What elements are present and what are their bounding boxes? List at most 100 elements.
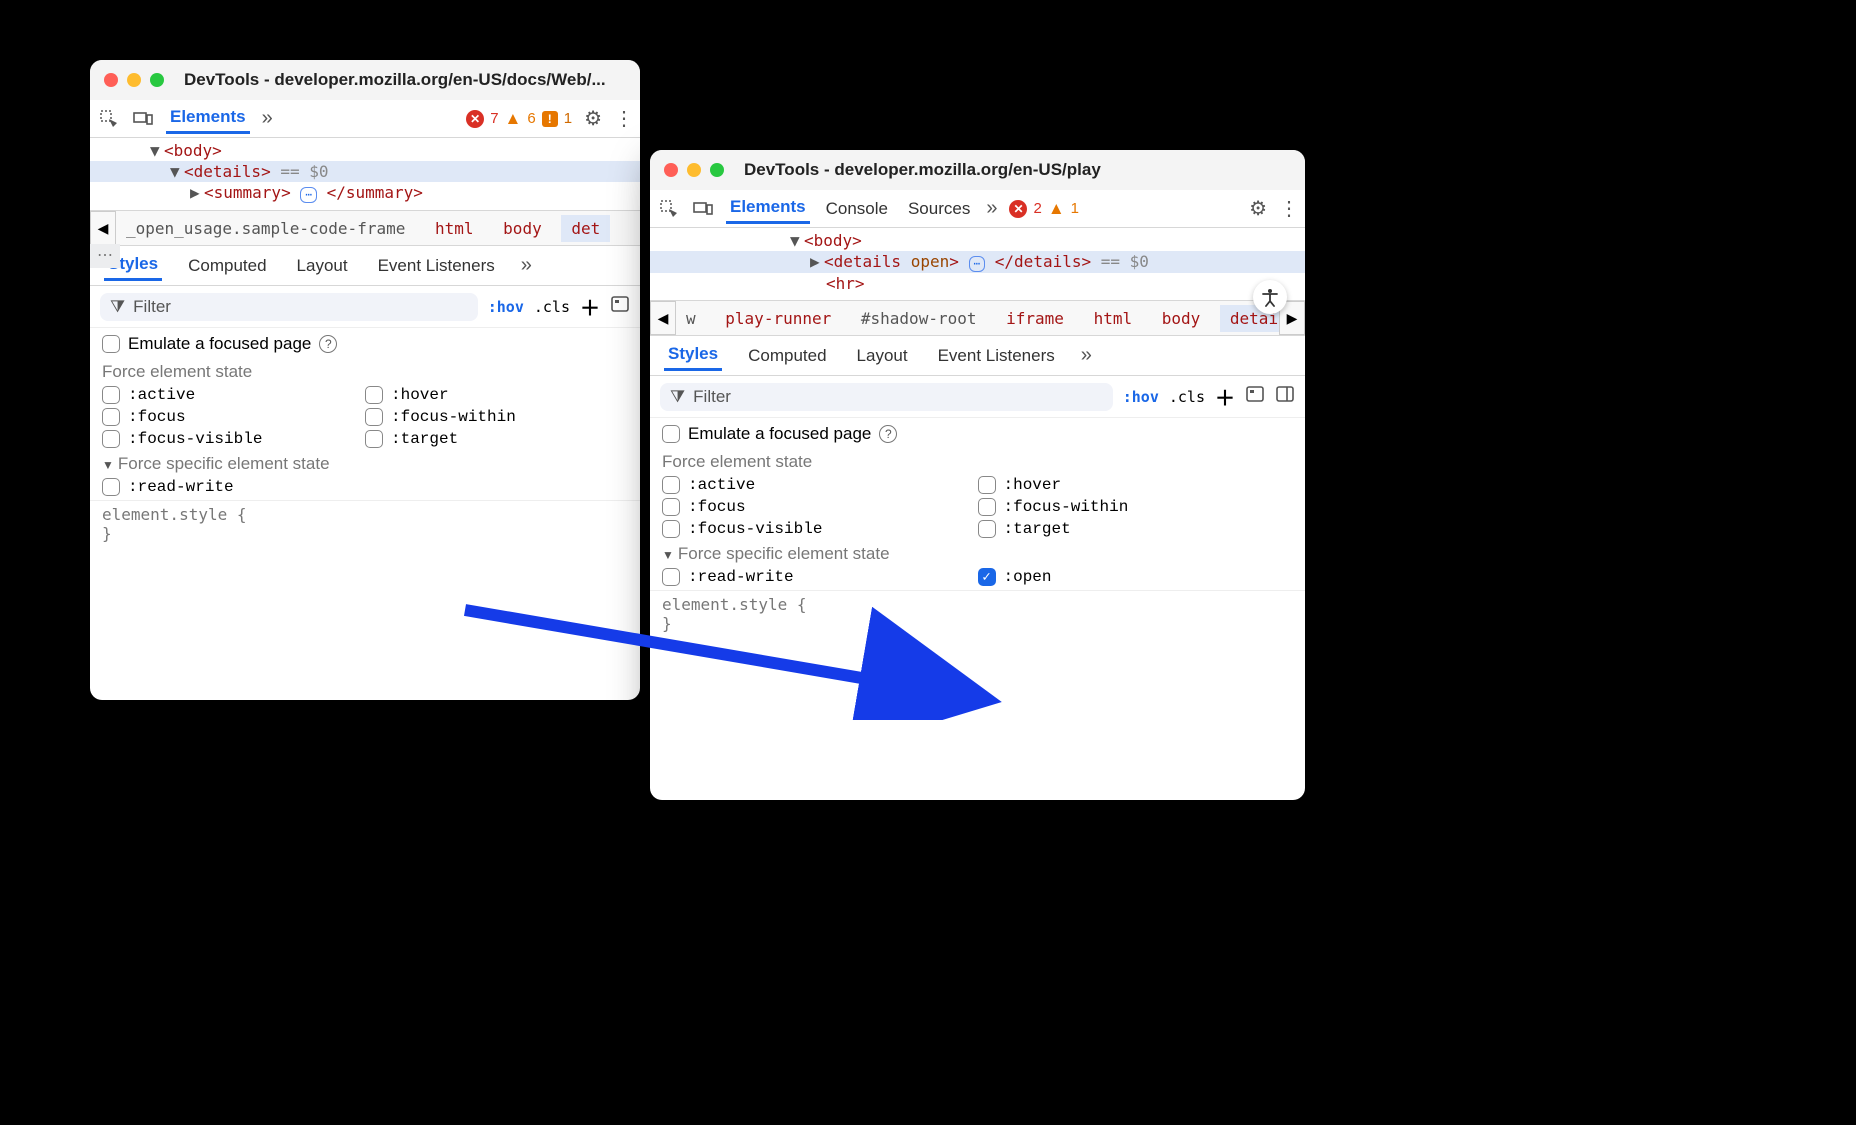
settings-icon[interactable]: ⚙ <box>584 106 602 131</box>
tab-layout[interactable]: Layout <box>853 342 912 370</box>
dom-tree[interactable]: ▼<body> ▼<details> == $0 ▶<summary> ⋯ </… <box>90 138 640 210</box>
state-target[interactable]: :target <box>978 520 1294 538</box>
more-tabs-icon[interactable]: » <box>986 197 997 220</box>
help-icon[interactable]: ? <box>879 425 897 443</box>
issue-counts[interactable]: ✕7 ▲6 !1 <box>466 109 572 129</box>
state-focus[interactable]: :focus <box>662 498 978 516</box>
dom-summary[interactable]: ▶<summary> ⋯ </summary> <box>90 182 640 204</box>
element-style-block[interactable]: element.style { } <box>90 501 640 547</box>
breadcrumb-prev-icon[interactable]: ◀ <box>650 301 676 335</box>
filter-input[interactable]: ⧩ Filter <box>100 293 478 321</box>
state-hover[interactable]: :hover <box>978 476 1294 494</box>
element-states-panel: Emulate a focused page ? Force element s… <box>90 328 640 501</box>
kebab-menu-icon[interactable]: ⋮ <box>1279 196 1297 221</box>
dom-hr[interactable]: <hr> <box>826 274 865 293</box>
help-icon[interactable]: ? <box>319 335 337 353</box>
error-count: 2 <box>1033 200 1041 217</box>
filter-placeholder: Filter <box>133 297 171 317</box>
hov-toggle[interactable]: :hov <box>1123 388 1159 406</box>
collapsed-content-icon[interactable]: ⋯ <box>969 256 986 272</box>
state-focus-within[interactable]: :focus-within <box>978 498 1294 516</box>
state-active[interactable]: :active <box>102 386 365 404</box>
state-hover[interactable]: :hover <box>365 386 628 404</box>
crumb-body[interactable]: body <box>493 215 552 242</box>
styles-filter-row: ⧩ Filter :hov .cls ＋ <box>90 286 640 328</box>
close-icon[interactable] <box>104 73 118 87</box>
crumb-body[interactable]: body <box>1152 305 1211 332</box>
emulate-focus-checkbox[interactable] <box>102 335 120 353</box>
computed-reveal-icon[interactable] <box>1245 384 1265 409</box>
inspect-icon[interactable] <box>98 108 120 130</box>
hov-toggle[interactable]: :hov <box>488 298 524 316</box>
device-toggle-icon[interactable] <box>132 108 154 130</box>
state-open[interactable]: ✓:open <box>978 568 1294 586</box>
tab-sources[interactable]: Sources <box>904 195 974 223</box>
tab-layout[interactable]: Layout <box>293 252 352 280</box>
new-rule-icon[interactable]: ＋ <box>580 292 600 321</box>
titlebar[interactable]: DevTools - developer.mozilla.org/en-US/d… <box>90 60 640 100</box>
more-tabs-icon[interactable]: » <box>262 107 273 130</box>
tab-event-listeners[interactable]: Event Listeners <box>374 252 499 280</box>
close-icon[interactable] <box>664 163 678 177</box>
styles-filter-row: ⧩ Filter :hov .cls ＋ <box>650 376 1305 418</box>
state-read-write[interactable]: :read-write <box>102 478 365 496</box>
crumb-shadow-root[interactable]: #shadow-root <box>851 305 987 332</box>
collapsed-content-icon[interactable]: ⋯ <box>300 187 317 203</box>
tab-elements[interactable]: Elements <box>166 103 250 134</box>
accessibility-icon[interactable] <box>1253 280 1287 314</box>
computed-reveal-icon[interactable] <box>610 294 630 319</box>
crumb-html[interactable]: html <box>425 215 484 242</box>
error-count: 7 <box>490 110 498 127</box>
dom-body[interactable]: <body> <box>164 141 222 160</box>
state-read-write[interactable]: :read-write <box>662 568 978 586</box>
more-panel-tabs-icon[interactable]: » <box>521 254 532 277</box>
crumb-html[interactable]: html <box>1084 305 1143 332</box>
kebab-menu-icon[interactable]: ⋮ <box>614 106 632 131</box>
dom-body[interactable]: <body> <box>804 231 862 250</box>
new-rule-icon[interactable]: ＋ <box>1215 382 1235 411</box>
element-style-block[interactable]: element.style { } <box>650 591 1305 637</box>
tab-computed[interactable]: Computed <box>744 342 830 370</box>
state-target[interactable]: :target <box>365 430 628 448</box>
state-focus-visible[interactable]: :focus-visible <box>102 430 365 448</box>
more-panel-tabs-icon[interactable]: » <box>1081 344 1092 367</box>
emulate-focus-checkbox[interactable] <box>662 425 680 443</box>
breadcrumb-prev-icon[interactable]: ◀ <box>90 211 116 245</box>
force-state-label: Force element state <box>102 362 628 382</box>
crumb-frame[interactable]: _open_usage.sample-code-frame <box>116 215 415 242</box>
devtools-window-1: DevTools - developer.mozilla.org/en-US/d… <box>90 60 640 700</box>
state-focus[interactable]: :focus <box>102 408 365 426</box>
state-focus-visible[interactable]: :focus-visible <box>662 520 978 538</box>
zoom-icon[interactable] <box>710 163 724 177</box>
open-state-checkbox: ✓ <box>978 568 996 586</box>
state-active[interactable]: :active <box>662 476 978 494</box>
dom-details-selected[interactable]: ▶<details open> ⋯ </details> == $0 <box>650 251 1305 273</box>
tab-console[interactable]: Console <box>822 195 892 223</box>
issue-counts[interactable]: ✕2 ▲1 <box>1009 199 1079 219</box>
dom-details-selected[interactable]: ▼<details> == $0 <box>90 161 640 182</box>
filter-input[interactable]: ⧩ Filter <box>660 383 1113 411</box>
tab-styles[interactable]: Styles <box>664 340 722 371</box>
tab-elements[interactable]: Elements <box>726 193 810 224</box>
minimize-icon[interactable] <box>687 163 701 177</box>
inspect-icon[interactable] <box>658 198 680 220</box>
device-toggle-icon[interactable] <box>692 198 714 220</box>
dom-tree[interactable]: ▼<body> ▶<details open> ⋯ </details> == … <box>650 228 1305 300</box>
tab-event-listeners[interactable]: Event Listeners <box>934 342 1059 370</box>
window-title: DevTools - developer.mozilla.org/en-US/p… <box>744 160 1101 180</box>
tab-computed[interactable]: Computed <box>184 252 270 280</box>
cls-toggle[interactable]: .cls <box>1169 388 1205 406</box>
titlebar[interactable]: DevTools - developer.mozilla.org/en-US/p… <box>650 150 1305 190</box>
cls-toggle[interactable]: .cls <box>534 298 570 316</box>
crumb-w[interactable]: w <box>676 305 706 332</box>
sidebar-toggle-icon[interactable] <box>1275 384 1295 409</box>
crumb-play-runner[interactable]: play-runner <box>715 305 841 332</box>
overflow-gutter-icon[interactable]: ⋯ <box>90 244 120 268</box>
crumb-iframe[interactable]: iframe <box>996 305 1074 332</box>
settings-icon[interactable]: ⚙ <box>1249 196 1267 221</box>
warning-count: 1 <box>1071 200 1079 217</box>
state-focus-within[interactable]: :focus-within <box>365 408 628 426</box>
zoom-icon[interactable] <box>150 73 164 87</box>
minimize-icon[interactable] <box>127 73 141 87</box>
crumb-details[interactable]: det <box>561 215 610 242</box>
